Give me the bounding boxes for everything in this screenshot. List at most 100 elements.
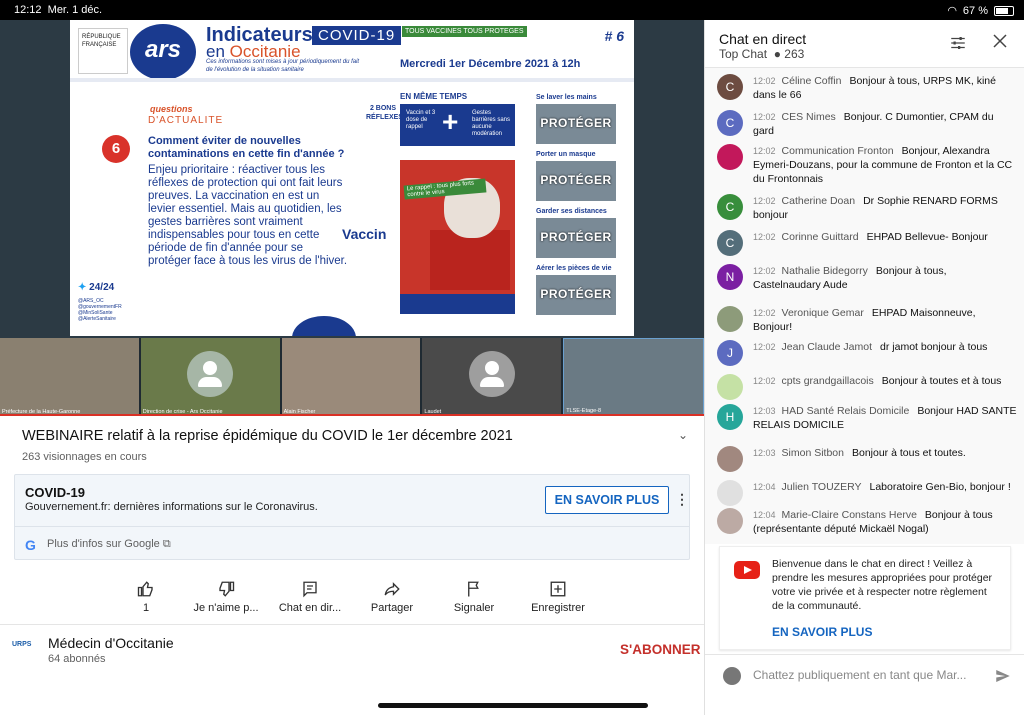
send-icon[interactable] [993, 667, 1013, 690]
gesture-2: Porter un masque PROTÉGER [536, 151, 618, 201]
chat-body: Bonjour à toutes et à tous [881, 375, 1002, 387]
gesture-photo: PROTÉGER [536, 275, 616, 315]
chat-message: N 12:02 Nathalie Bidegorry Bonjour à tous, … [717, 264, 1017, 292]
chat-author[interactable]: Jean Claude Jamot [782, 341, 872, 353]
avatar[interactable]: N [717, 264, 743, 290]
chat-message: C 12:02 CES Nimes Bonjour. C Dumontier, CPA… [717, 110, 1017, 138]
chat-message: C 12:02 Céline Coffin Bonjour à tous, URPS … [717, 74, 1017, 102]
chat-author[interactable]: Nathalie Bidegorry [782, 265, 868, 277]
chat-author[interactable]: Céline Coffin [782, 75, 842, 87]
more-options-icon[interactable]: ⋮ [675, 491, 689, 508]
gesture-3: Garder ses distances PROTÉGER [536, 208, 618, 258]
avatar[interactable] [717, 480, 743, 506]
share-icon [352, 580, 432, 598]
save-button[interactable]: Enregistrer [518, 580, 598, 614]
live-chat-panel: Chat en direct Top Chat ● 263 C 12:02 Céli… [704, 20, 1024, 715]
share-button[interactable]: Partager [352, 580, 432, 614]
status-right: ◠ 67 % [947, 4, 1014, 17]
report-button[interactable]: Signaler [434, 580, 514, 614]
decorative-circle [292, 316, 356, 336]
google-icon: G [25, 537, 36, 553]
chat-message-text: 12:02 Veronique Gemar EHPAD Maisonneuve, B… [753, 306, 1017, 334]
chat-author[interactable]: Catherine Doan [782, 195, 856, 207]
home-indicator[interactable] [378, 703, 648, 708]
live-chat-button[interactable]: Chat en dir... [270, 580, 350, 614]
learn-more-button[interactable]: EN SAVOIR PLUS [545, 486, 669, 514]
subscribe-button[interactable]: S'ABONNER [620, 642, 700, 657]
channel-logo[interactable]: URPS [12, 641, 38, 667]
chat-title: Chat en direct [719, 31, 807, 47]
participant-tile: Alain Fischer [281, 338, 421, 416]
chat-author[interactable]: Corinne Guittard [782, 231, 859, 243]
chat-input[interactable]: Chattez publiquement en tant que Mar... [753, 668, 966, 682]
participant-tile: Direction de crise - Ars Occitanie [140, 338, 280, 416]
chat-message: 12:02 cpts grandgaillacois Bonjour à toute… [717, 374, 1017, 400]
slide-date: Mercredi 1er Décembre 2021 à 12h [400, 58, 581, 70]
avatar[interactable]: C [717, 74, 743, 100]
avatar[interactable]: C [717, 110, 743, 136]
avatar[interactable] [717, 508, 743, 534]
chat-body: dr jamot bonjour à tous [880, 341, 988, 353]
settings-sliders-icon[interactable] [949, 34, 967, 57]
avatar[interactable] [717, 144, 743, 170]
chat-author[interactable]: Veronique Gemar [782, 307, 864, 319]
chat-author[interactable]: cpts grandgaillacois [782, 375, 874, 387]
vaccine-box: Vaccin et 3 dose de rappel + Gestes barr… [400, 104, 515, 146]
chat-message: H 12:03 HAD Santé Relais Domicile Bonjour H… [717, 404, 1017, 432]
flag-icon [434, 580, 514, 598]
chat-message-text: 12:02 Jean Claude Jamot dr jamot bonjour à… [753, 340, 1017, 354]
republique-francaise-logo: RÉPUBLIQUE FRANÇAISE [78, 28, 128, 74]
chat-message-text: 12:02 cpts grandgaillacois Bonjour à toute… [753, 374, 1017, 388]
status-time-date: 12:12 Mer. 1 déc. [14, 4, 103, 16]
chat-timestamp: 12:03 [753, 406, 776, 416]
covid-tag: COVID-19 [312, 26, 402, 45]
welcome-text: Bienvenue dans le chat en direct ! Veill… [772, 558, 993, 612]
like-button[interactable]: 1 [106, 580, 186, 614]
avatar[interactable]: J [717, 340, 743, 366]
participant-thumbnails: Préfecture de la Haute-Garonne Direction… [0, 338, 704, 416]
chat-mode-selector[interactable]: Top Chat ● 263 [719, 47, 804, 61]
video-progress-bar[interactable] [0, 414, 704, 416]
channel-name[interactable]: Médecin d'Occitanie [48, 635, 174, 651]
chat-message-text: 12:02 Corinne Guittard EHPAD Bellevue- Bon… [753, 230, 1017, 244]
avatar[interactable]: C [717, 230, 743, 256]
ars-logo: ars [130, 24, 196, 80]
chat-message: C 12:02 Corinne Guittard EHPAD Bellevue- Bo… [717, 230, 1017, 256]
chat-timestamp: 12:02 [753, 266, 776, 276]
avatar[interactable]: C [717, 194, 743, 220]
learn-more-link[interactable]: EN SAVOIR PLUS [772, 625, 872, 639]
avatar[interactable] [717, 374, 743, 400]
chat-welcome-notice: Bienvenue dans le chat en direct ! Veill… [719, 546, 1011, 650]
close-icon[interactable] [991, 32, 1009, 55]
info-card-source: Gouvernement.fr: dernières informations … [25, 501, 318, 513]
chat-author[interactable]: Simon Sitbon [782, 447, 844, 459]
question-title: Comment éviter de nouvelles contaminatio… [148, 135, 345, 160]
chat-author[interactable]: Marie-Claire Constans Herve [782, 509, 917, 521]
video-player[interactable]: RÉPUBLIQUE FRANÇAISE ars Indicateurs en … [0, 20, 704, 416]
emoji-icon[interactable] [723, 667, 741, 685]
twitter-label: ✦ 24/24 [78, 282, 115, 293]
youtube-icon [734, 561, 760, 579]
chat-message-list[interactable]: C 12:02 Céline Coffin Bonjour à tous, URPS … [705, 68, 1024, 544]
chat-timestamp: 12:04 [753, 510, 776, 520]
chat-timestamp: 12:02 [753, 196, 776, 206]
google-more-link[interactable]: Plus d'infos sur Google ⧉ [47, 538, 171, 551]
avatar[interactable] [717, 446, 743, 472]
chat-message: 12:03 Simon Sitbon Bonjour à tous et toute… [717, 446, 1017, 472]
chat-author[interactable]: HAD Santé Relais Domicile [782, 405, 910, 417]
avatar[interactable] [717, 306, 743, 332]
chat-author[interactable]: Communication Fronton [782, 145, 894, 157]
chat-message: 12:04 Marie-Claire Constans Herve Bonjour … [717, 508, 1017, 536]
subscriber-count: 64 abonnés [48, 653, 106, 665]
chevron-down-icon[interactable]: ⌄ [678, 428, 688, 442]
bons-reflexes: 2 BONS RÉFLEXES [366, 105, 403, 121]
dislike-button[interactable]: Je n'aime p... [186, 580, 266, 614]
chat-timestamp: 12:02 [753, 342, 776, 352]
participant-tile: Préfecture de la Haute-Garonne [0, 338, 139, 416]
chat-author[interactable]: CES Nimes [782, 111, 836, 123]
issue-number: # 6 [604, 28, 624, 44]
chat-author[interactable]: Julien TOUZERY [782, 481, 862, 493]
battery-percent: 67 % [962, 4, 988, 17]
avatar[interactable]: H [717, 404, 743, 430]
participant-tile: Laudet [422, 338, 562, 416]
